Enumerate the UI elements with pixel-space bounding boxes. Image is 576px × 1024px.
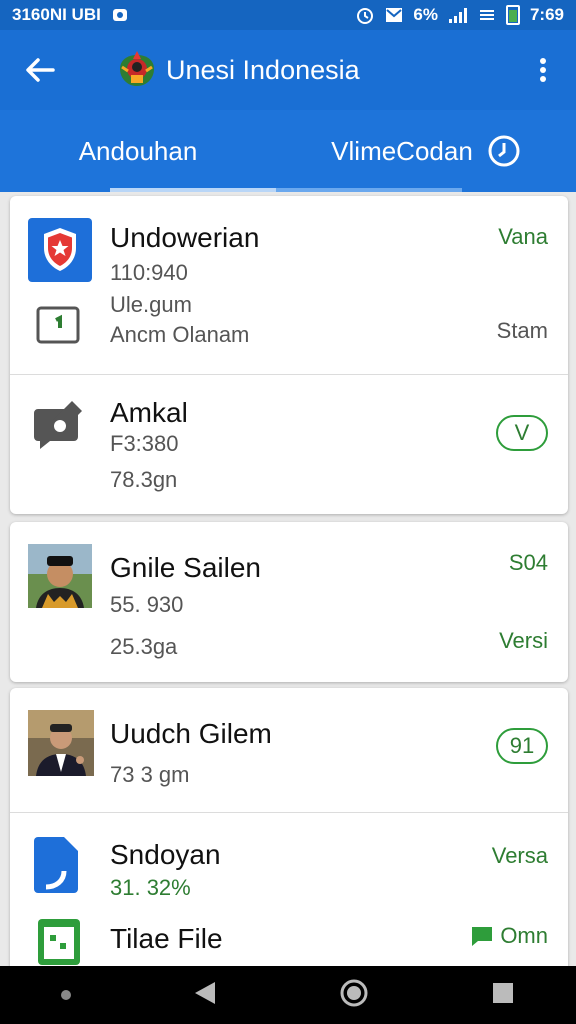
item-status: S04: [508, 550, 548, 575]
tab-label: VlimeCodan: [331, 135, 473, 166]
item-title: Tilae File: [110, 923, 223, 954]
carrier-text: 3160NI UBI: [12, 5, 101, 24]
card-group-2: Gnile Sailen 55. 930 25.3ga S04 Versi: [10, 522, 568, 682]
notification-icon: [111, 6, 129, 24]
more-vert-icon: [540, 58, 546, 82]
nav-back-button[interactable]: [193, 980, 217, 1011]
item-line3: Ancm Olanam: [110, 322, 250, 347]
signal-icon: [448, 6, 468, 24]
item-status: Omn: [500, 923, 548, 948]
item-line1: 55. 930: [110, 592, 184, 617]
tab-andouhan[interactable]: Andouhan: [0, 110, 276, 192]
edit-bubble-icon: [32, 399, 86, 453]
shield-icon: [28, 218, 92, 282]
app-logo: [114, 47, 160, 93]
mail-icon: [385, 6, 403, 24]
tab-vlimecodan[interactable]: VlimeCodan: [276, 110, 576, 192]
chat-icon: [36, 306, 82, 346]
square-recents-icon: [493, 982, 513, 1003]
item-line1: 73 3 gm: [110, 762, 190, 787]
circle-home-icon: [340, 979, 368, 1006]
item-line2: Ule.gum: [110, 292, 192, 317]
item-line2: 78.3gn: [110, 467, 178, 492]
item-badge-button[interactable]: 91: [496, 728, 548, 764]
item-line1: 110:940: [110, 260, 188, 285]
tab-bar: Andouhan VlimeCodan: [0, 110, 576, 192]
status-percent: 6%: [413, 5, 438, 24]
item-status: Vana: [498, 224, 548, 249]
wifi-icon: [478, 6, 496, 24]
item-line2: 25.3ga: [110, 634, 178, 659]
item-line1: 31. 32%: [110, 875, 191, 900]
item-status-secondary: Versi: [499, 628, 548, 653]
item-title: Uudch Gilem: [110, 718, 272, 749]
back-button[interactable]: [18, 48, 62, 92]
item-badge-button[interactable]: V: [496, 415, 548, 451]
avatar: [28, 710, 94, 776]
item-status-secondary: Stam: [496, 318, 548, 343]
app-title: Unesi Indonesia: [166, 54, 360, 85]
item-status: Versa: [491, 843, 548, 868]
clock-icon: [488, 135, 520, 167]
triangle-back-icon: [195, 981, 215, 1004]
list-item[interactable]: Undowerian 110:940 Ule.gum Ancm Olanam V…: [10, 196, 568, 374]
nav-dot-icon: [61, 990, 71, 1000]
status-time: 7:69: [529, 5, 564, 24]
tab-label: Andouhan: [78, 135, 198, 166]
list-item[interactable]: Amkal F3:380 78.3gn V: [10, 375, 568, 514]
item-title: Sndoyan: [110, 839, 221, 870]
item-line1: F3:380: [110, 431, 179, 456]
spreadsheet-icon: [36, 917, 82, 967]
item-title: Gnile Sailen: [110, 552, 261, 583]
card-group-1: Undowerian 110:940 Ule.gum Ancm Olanam V…: [10, 196, 568, 514]
alarm-icon: [355, 5, 375, 25]
document-icon: [32, 835, 82, 895]
nav-recents-button[interactable]: [491, 981, 515, 1010]
nav-home-button[interactable]: [339, 978, 369, 1013]
list-item[interactable]: Gnile Sailen 55. 930 25.3ga S04 Versi: [10, 522, 568, 682]
card-group-3: Uudch Gilem 73 3 gm 91 Sndoyan 31. 32% V…: [10, 688, 568, 978]
arrow-left-icon: [26, 58, 55, 82]
overflow-menu-button[interactable]: [528, 48, 558, 92]
app-toolbar: Unesi Indonesia: [0, 30, 576, 110]
list-item[interactable]: Sndoyan 31. 32% Versa Tilae File Omn: [10, 813, 568, 978]
item-status-group: Omn: [470, 923, 548, 949]
item-title: Amkal: [110, 397, 188, 428]
battery-icon: [505, 5, 520, 25]
item-title: Undowerian: [110, 222, 260, 253]
system-nav-bar: [0, 966, 576, 1024]
status-bar: 3160NI UBI 6% 7:69: [0, 0, 576, 30]
list-item[interactable]: Uudch Gilem 73 3 gm 91: [10, 688, 568, 812]
avatar: [28, 544, 92, 608]
comment-icon: [472, 927, 493, 946]
